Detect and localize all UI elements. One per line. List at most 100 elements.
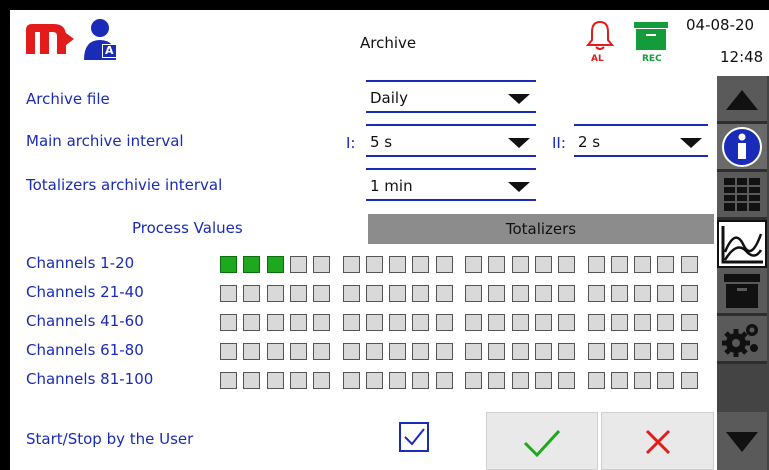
channel-toggle[interactable] (365, 285, 383, 302)
channel-toggle[interactable] (534, 343, 552, 360)
channel-toggle[interactable] (435, 314, 453, 331)
tab-totalizers[interactable]: Totalizers (368, 214, 714, 244)
channel-toggle[interactable] (610, 285, 628, 302)
channel-toggle[interactable] (220, 285, 237, 302)
channel-toggle[interactable] (313, 256, 331, 273)
channel-toggle[interactable] (289, 372, 307, 389)
channel-toggle[interactable] (511, 285, 529, 302)
channel-toggle[interactable] (657, 372, 675, 389)
channel-toggle[interactable] (266, 343, 284, 360)
confirm-button[interactable] (486, 412, 598, 470)
channel-toggle[interactable] (412, 285, 430, 302)
channel-toggle[interactable] (657, 314, 675, 331)
channel-toggle[interactable] (465, 372, 482, 389)
channel-toggle[interactable] (680, 343, 698, 360)
channel-toggle[interactable] (558, 256, 576, 273)
channel-toggle[interactable] (680, 314, 698, 331)
channel-toggle[interactable] (634, 343, 652, 360)
channel-toggle[interactable] (435, 285, 453, 302)
channel-toggle[interactable] (389, 256, 407, 273)
channel-toggle[interactable] (488, 314, 506, 331)
channel-toggle[interactable] (412, 372, 430, 389)
channel-toggle[interactable] (465, 314, 482, 331)
scroll-down-button[interactable] (717, 412, 767, 470)
channel-toggle[interactable] (634, 285, 652, 302)
channel-toggle[interactable] (412, 314, 430, 331)
channel-toggle[interactable] (558, 314, 576, 331)
channel-toggle[interactable] (587, 256, 605, 273)
channel-toggle[interactable] (342, 256, 360, 273)
channel-toggle[interactable] (243, 256, 261, 273)
channel-toggle[interactable] (511, 372, 529, 389)
channel-toggle[interactable] (389, 285, 407, 302)
channel-toggle[interactable] (511, 314, 529, 331)
channel-toggle[interactable] (634, 314, 652, 331)
channel-toggle[interactable] (488, 343, 506, 360)
table-view-button[interactable] (717, 172, 767, 220)
channel-toggle[interactable] (289, 256, 307, 273)
start-stop-checkbox[interactable] (399, 422, 429, 452)
alarm-indicator[interactable]: AL (582, 18, 618, 66)
channel-toggle[interactable] (610, 372, 628, 389)
channel-toggle[interactable] (313, 372, 331, 389)
channel-toggle[interactable] (610, 343, 628, 360)
channel-toggle[interactable] (243, 343, 261, 360)
channel-toggle[interactable] (587, 343, 605, 360)
channel-toggle[interactable] (220, 343, 237, 360)
channel-toggle[interactable] (313, 343, 331, 360)
channel-toggle[interactable] (587, 372, 605, 389)
channel-toggle[interactable] (289, 285, 307, 302)
channel-toggle[interactable] (435, 256, 453, 273)
channel-toggle[interactable] (313, 285, 331, 302)
info-button[interactable] (717, 124, 767, 172)
channel-toggle[interactable] (534, 285, 552, 302)
channel-toggle[interactable] (680, 256, 698, 273)
channel-toggle[interactable] (634, 256, 652, 273)
channel-toggle[interactable] (610, 256, 628, 273)
channel-toggle[interactable] (435, 372, 453, 389)
channel-toggle[interactable] (511, 256, 529, 273)
channel-toggle[interactable] (289, 314, 307, 331)
channel-toggle[interactable] (220, 314, 237, 331)
channel-toggle[interactable] (680, 285, 698, 302)
scroll-up-button[interactable] (717, 76, 767, 124)
interval-2-dropdown[interactable]: 2 s (574, 124, 708, 157)
tab-process-values[interactable]: Process Values (132, 219, 243, 237)
archive-button[interactable] (717, 268, 767, 316)
channel-toggle[interactable] (266, 372, 284, 389)
channel-toggle[interactable] (657, 256, 675, 273)
channel-toggle[interactable] (534, 314, 552, 331)
channel-toggle[interactable] (243, 314, 261, 331)
channel-toggle[interactable] (389, 343, 407, 360)
channel-toggle[interactable] (389, 372, 407, 389)
channel-toggle[interactable] (610, 314, 628, 331)
channel-toggle[interactable] (412, 256, 430, 273)
channel-toggle[interactable] (243, 372, 261, 389)
channel-toggle[interactable] (587, 314, 605, 331)
channel-toggle[interactable] (657, 285, 675, 302)
channel-toggle[interactable] (220, 372, 237, 389)
channel-toggle[interactable] (289, 343, 307, 360)
channel-toggle[interactable] (365, 256, 383, 273)
channel-toggle[interactable] (488, 256, 506, 273)
channel-toggle[interactable] (587, 285, 605, 302)
user-icon[interactable]: A (82, 18, 122, 62)
channel-toggle[interactable] (465, 285, 482, 302)
channel-toggle[interactable] (266, 256, 284, 273)
chart-view-button[interactable] (717, 220, 767, 268)
channel-toggle[interactable] (220, 256, 237, 273)
rec-indicator[interactable]: REC (632, 20, 672, 66)
channel-toggle[interactable] (266, 314, 284, 331)
archive-file-dropdown[interactable]: Daily (366, 80, 536, 113)
cancel-button[interactable] (601, 412, 714, 470)
interval-1-dropdown[interactable]: 5 s (366, 124, 536, 157)
channel-toggle[interactable] (266, 285, 284, 302)
channel-toggle[interactable] (558, 343, 576, 360)
channel-toggle[interactable] (558, 285, 576, 302)
channel-toggle[interactable] (313, 314, 331, 331)
channel-toggle[interactable] (511, 343, 529, 360)
channel-toggle[interactable] (342, 285, 360, 302)
channel-toggle[interactable] (465, 343, 482, 360)
channel-toggle[interactable] (389, 314, 407, 331)
channel-toggle[interactable] (465, 256, 482, 273)
